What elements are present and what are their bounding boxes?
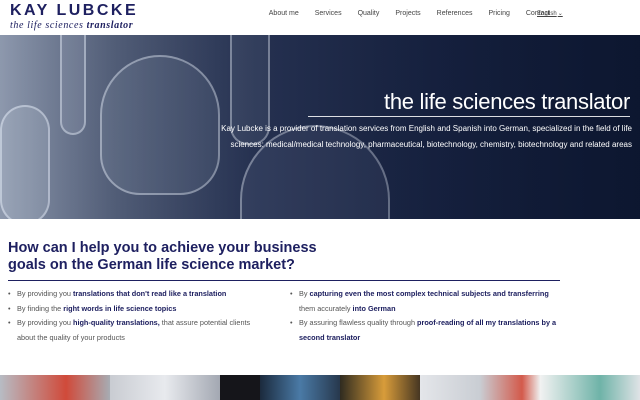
brain-scan-photo: [260, 375, 340, 400]
main-nav: About me Services Quality Projects Refer…: [261, 10, 558, 17]
item-highlight: translations that don't read like a tran…: [72, 289, 227, 298]
section-divider: [8, 280, 560, 281]
logo-tagline-bold: translator: [86, 20, 134, 31]
nav-pricing[interactable]: Pricing: [480, 10, 517, 17]
lab-photo: [540, 375, 640, 400]
item-text: By providing you: [17, 289, 73, 298]
nav-references[interactable]: References: [429, 10, 481, 17]
hero-divider: [308, 116, 630, 117]
logo-tagline: the life sciences translator: [10, 20, 138, 32]
nav-about-me[interactable]: About me: [261, 10, 307, 17]
item-highlight: into German: [352, 303, 396, 313]
nav-projects[interactable]: Projects: [387, 10, 428, 17]
lab-photo: [0, 375, 110, 400]
image-strip: [0, 375, 640, 400]
list-item: By assuring flawless quality through pro…: [290, 316, 560, 345]
list-item: By providing you high-quality translatio…: [8, 316, 268, 345]
logo-name: KAY LUBCKE: [10, 2, 139, 19]
list-item: By capturing even the most complex techn…: [290, 287, 560, 316]
item-highlight: high-quality translations,: [72, 318, 160, 327]
nav-services[interactable]: Services: [307, 10, 350, 17]
item-highlight: right words in life science topics: [63, 303, 177, 313]
lab-photo: [340, 375, 420, 400]
list-item: By providing you translations that don't…: [8, 287, 268, 302]
list-item: By finding the right words in life scien…: [8, 302, 268, 317]
language-selector[interactable]: English⌄: [537, 10, 563, 17]
lab-photo: [110, 375, 220, 400]
item-text: By finding the: [17, 303, 64, 313]
hero-title: the life sciences translator: [384, 89, 630, 114]
language-label: English: [537, 11, 557, 17]
item-text: By assuring flawless quality through: [299, 318, 418, 327]
chevron-down-icon: ⌄: [557, 11, 563, 17]
hero-description: Kay Lubcke is a provider of translation …: [221, 124, 632, 149]
hero-banner: the life sciences translator Kay Lubcke …: [0, 35, 640, 219]
lab-photo: [220, 375, 260, 400]
item-text: By providing you: [17, 318, 73, 327]
lab-photo: [420, 375, 540, 400]
item-text: By: [299, 289, 310, 298]
item-text: them accurately: [299, 303, 353, 313]
site-logo[interactable]: KAY LUBCKE the life sciences translator: [10, 2, 138, 32]
site-header: KAY LUBCKE the life sciences translator …: [0, 0, 640, 34]
benefits-list-right: By capturing even the most complex techn…: [290, 287, 560, 345]
section-headline: How can I help you to achieve your busin…: [8, 240, 317, 273]
benefits-list-left: By providing you translations that don't…: [8, 287, 268, 345]
item-highlight: capturing even the most complex technica…: [309, 289, 549, 298]
nav-quality[interactable]: Quality: [350, 10, 388, 17]
logo-tagline-prefix: the life sciences: [10, 20, 87, 31]
